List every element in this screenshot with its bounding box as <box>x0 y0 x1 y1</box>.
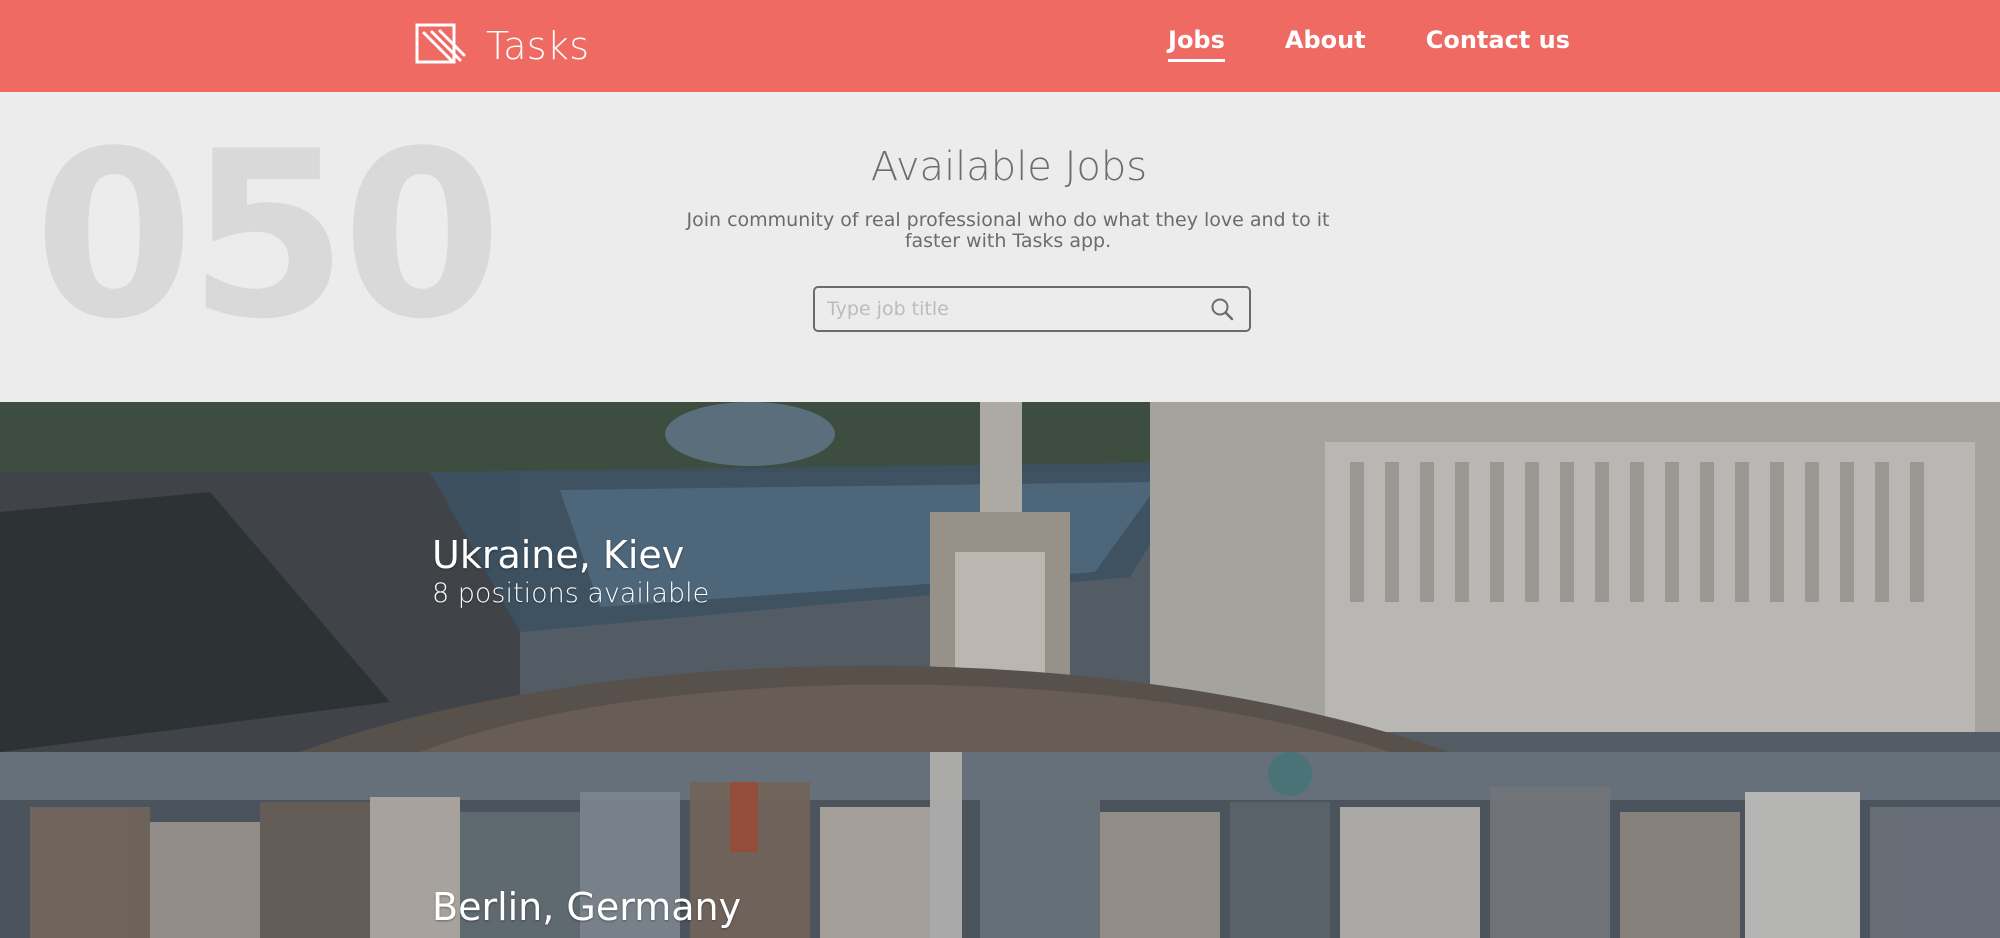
main-nav: Jobs About Contact us <box>1168 28 1570 62</box>
location-card-kiev[interactable]: Ukraine, Kiev 8 positions available <box>0 402 2000 752</box>
image-overlay <box>0 402 2000 752</box>
brand-name: Tasks <box>486 24 590 68</box>
location-content: Berlin, Germany <box>432 885 742 930</box>
search-icon[interactable] <box>1209 296 1235 322</box>
hero-subtitle: Join community of real professional who … <box>686 209 1330 252</box>
nav-about[interactable]: About <box>1285 28 1366 62</box>
brand[interactable]: Tasks <box>414 22 589 70</box>
hero-section: 050 Available Jobs Join community of rea… <box>0 92 2000 402</box>
location-card-berlin[interactable]: Berlin, Germany <box>0 752 2000 938</box>
page-title: Available Jobs <box>870 144 1148 190</box>
positions-available: 8 positions available <box>432 577 710 609</box>
top-header: Tasks Jobs About Contact us <box>0 0 2000 92</box>
nav-jobs[interactable]: Jobs <box>1168 28 1225 62</box>
location-title: Berlin, Germany <box>432 885 742 929</box>
search-input[interactable] <box>815 288 1209 330</box>
image-overlay <box>0 752 2000 938</box>
location-content: Ukraine, Kiev 8 positions available <box>432 533 710 609</box>
location-title: Ukraine, Kiev <box>432 533 685 577</box>
job-search <box>813 286 1251 332</box>
nav-contact-us[interactable]: Contact us <box>1426 28 1570 62</box>
tasks-logo-icon <box>415 23 466 64</box>
